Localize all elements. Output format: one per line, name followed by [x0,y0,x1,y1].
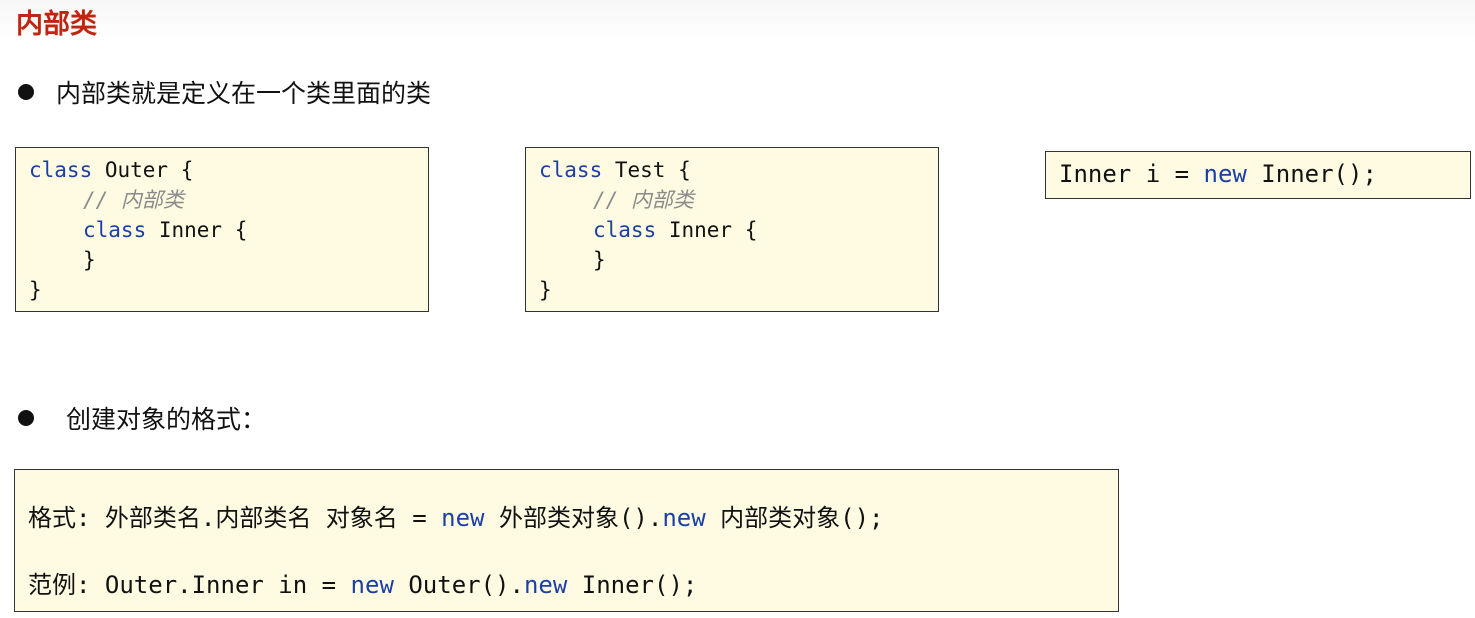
format-line: 格式: 外部类名.内部类名 对象名 = new 外部类对象().new 内部类对… [28,503,883,533]
keyword: new [662,504,706,532]
code-line: // 内部类 [83,185,184,215]
bullet-dot-icon [18,84,34,100]
example-line: 范例: Outer.Inner in = new Outer().new Inn… [28,570,697,600]
code-line: } [539,275,552,305]
code-box-format: 格式: 外部类名.内部类名 对象名 = new 外部类对象().new 内部类对… [14,469,1119,612]
code-text: Outer { [92,158,194,182]
bullet-text: 内部类就是定义在一个类里面的类 [56,79,432,108]
code-text: 内部类对象(); [705,504,884,532]
code-line: } [83,245,96,275]
code-text: Inner { [656,218,758,242]
bullet-text: 创建对象的格式： [66,405,267,434]
keyword: class [539,158,603,182]
keyword: new [350,571,394,599]
keyword: class [593,218,657,242]
code-line: class Inner { [83,215,247,245]
code-line: class Inner { [593,215,757,245]
code-text: Inner(); [567,571,698,599]
bullet-dot-icon [18,410,34,426]
title-bar: 内部类 [0,0,1475,44]
code-box-inner-instantiation: Inner i = new Inner(); [1045,151,1471,199]
code-text: Inner { [146,218,248,242]
code-text: 外部类对象(). [484,504,663,532]
code-comment: // 内部类 [593,188,694,212]
code-text: Test { [602,158,691,182]
code-line: } [593,245,606,275]
code-text: } [593,248,606,272]
code-line: // 内部类 [593,185,694,215]
code-line: } [29,275,42,305]
code-line: Inner i = new Inner(); [1059,159,1377,189]
keyword: new [523,571,568,599]
code-comment: // 内部类 [83,188,184,212]
code-text: } [29,278,42,302]
keyword: new [1203,160,1247,188]
code-text: 范例: Outer.Inner in = [28,571,351,599]
code-box-outer: class Outer { // 内部类 class Inner { } } [15,147,429,312]
code-line: class Test { [539,155,691,185]
bullet-create-format: 创建对象的格式： [18,400,266,436]
keyword: class [29,158,93,182]
code-text: Inner(); [1246,160,1377,188]
bullet-definition: 内部类就是定义在一个类里面的类 [18,74,431,110]
page-title: 内部类 [16,9,97,40]
code-text: } [83,248,96,272]
code-text: 格式: 外部类名.内部类名 对象名 = [28,504,442,532]
code-text: Outer(). [393,571,524,599]
code-box-test: class Test { // 内部类 class Inner { } } [525,147,939,312]
code-text: } [539,278,552,302]
code-line: class Outer { [29,155,193,185]
code-text: Inner i = [1059,160,1204,188]
keyword: class [83,218,147,242]
keyword: new [441,504,485,532]
